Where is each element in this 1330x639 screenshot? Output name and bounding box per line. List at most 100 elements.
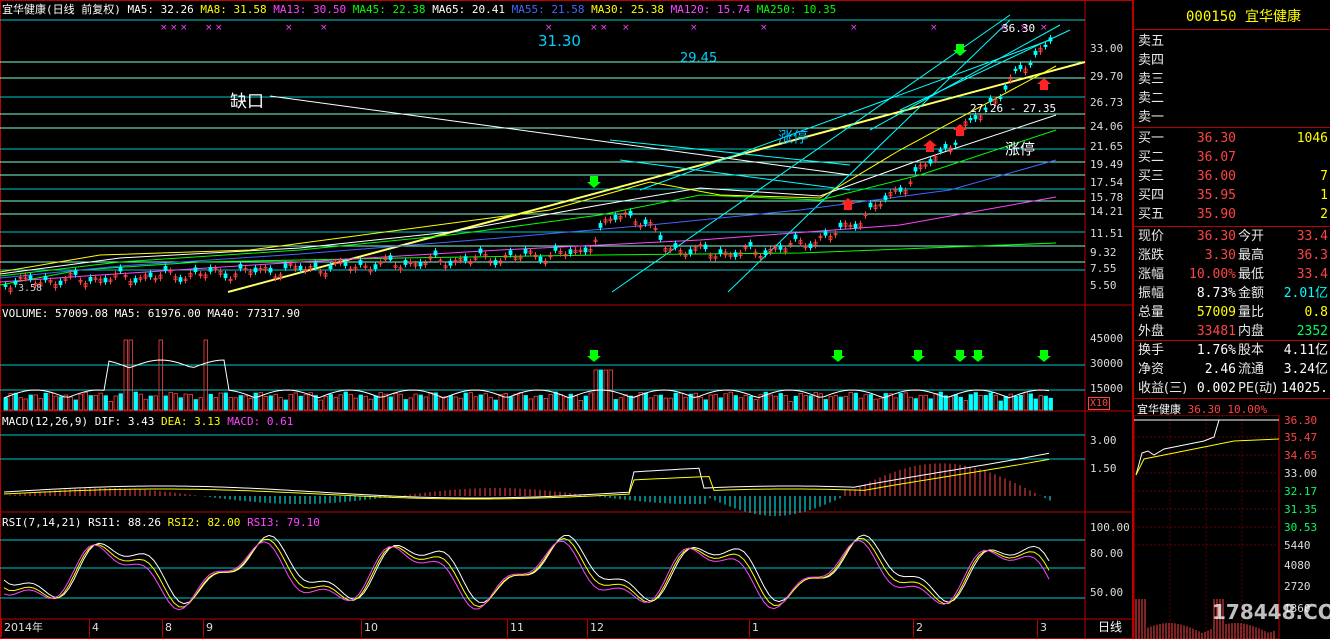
- volume-bar: [1043, 395, 1048, 411]
- watermark: 178448.COM: [1212, 600, 1330, 624]
- stat2-row-2-value: 0.002: [1196, 381, 1236, 396]
- volume-tick-1: 30000: [1090, 357, 1124, 370]
- down-arrow-icon: [911, 350, 925, 362]
- candle: [643, 219, 648, 225]
- volume-stat-0: VOLUME: 57009.08: [2, 307, 115, 320]
- volume-bar: [493, 399, 498, 411]
- limit-up-annotation-2: 涨停: [1005, 140, 1036, 158]
- volume-bar: [428, 392, 433, 411]
- buy-row-0-value: 36.30: [1196, 131, 1236, 146]
- candle: [763, 250, 768, 255]
- volume-bar: [358, 394, 363, 411]
- mini-tick-9: 2720: [1284, 580, 1311, 593]
- volume-bar: [738, 397, 743, 411]
- volume-bar: [678, 392, 683, 411]
- volume-bar: [858, 397, 863, 411]
- candle: [313, 262, 318, 268]
- volume-bar: [443, 396, 448, 411]
- price-tick-10: 9.32: [1090, 246, 1117, 259]
- volume-bar: [818, 393, 823, 411]
- stat2-row-2-label: 收益(三): [1138, 381, 1188, 396]
- candle: [223, 273, 228, 279]
- stat2-row-2-value2: 14025.: [1281, 381, 1328, 396]
- buy-row-2-value2: 7: [1320, 169, 1328, 184]
- mini-tick-5: 31.35: [1284, 503, 1318, 516]
- volume-bar: [578, 400, 583, 411]
- up-arrow-icon: [953, 124, 967, 136]
- volume-bar: [1018, 394, 1023, 411]
- candle: [343, 261, 348, 266]
- volume-bar: [913, 398, 918, 411]
- price-tick-3: 24.06: [1090, 120, 1124, 133]
- volume-bar: [898, 393, 903, 411]
- volume-bar: [303, 394, 308, 411]
- macd-stat-1: DIF: 3.43: [94, 415, 161, 428]
- volume-bar: [178, 397, 183, 411]
- candle: [853, 223, 858, 229]
- candle: [43, 275, 48, 281]
- volume-bar: [323, 395, 328, 411]
- volume-bar: [418, 394, 423, 411]
- volume-bar: [543, 397, 548, 411]
- stat-row-3-label: 振幅: [1138, 286, 1165, 301]
- candle: [628, 210, 633, 216]
- candle: [1048, 37, 1053, 42]
- volume-bar: [1013, 396, 1018, 411]
- volume-bar: [73, 399, 78, 411]
- volume-bar: [928, 398, 933, 411]
- time-tick-8: 2: [916, 621, 923, 634]
- volume-bar: [558, 394, 563, 411]
- volume-bar: [553, 391, 558, 411]
- price-tick-8: 14.21: [1090, 205, 1124, 218]
- volume-bar: [618, 397, 623, 411]
- volume-bar: [333, 396, 338, 411]
- signal-mark: ×: [590, 23, 598, 33]
- price-tick-11: 7.55: [1090, 262, 1117, 275]
- volume-bar: [713, 393, 718, 411]
- candle: [793, 234, 798, 240]
- candle: [838, 222, 843, 228]
- candle: [538, 256, 543, 262]
- volume-tick-0: 45000: [1090, 332, 1124, 345]
- stock-code: 000150: [1186, 9, 1237, 25]
- macd-axis: 3.00 1.50: [1086, 412, 1132, 512]
- up-arrow-icon: [841, 198, 855, 210]
- volume-bar: [488, 396, 493, 411]
- volume-bar: [128, 339, 133, 411]
- volume-bar: [1028, 393, 1033, 411]
- macd-stat-3: MACD: 0.61: [227, 415, 294, 428]
- period-label[interactable]: 日线: [1098, 621, 1122, 634]
- rsi-stat-3: RSI3: 79.10: [247, 516, 320, 529]
- volume-bar: [733, 395, 738, 411]
- volume-bar: [468, 392, 473, 411]
- candle: [328, 264, 333, 270]
- stat2-row-0: 换手 1.76% 股本 4.11亿: [1138, 341, 1328, 361]
- price-tick-0: 33.00: [1090, 42, 1124, 55]
- rsi-tick-2: 50.00: [1090, 586, 1124, 599]
- ma-label-2: MA13: 30.50: [273, 3, 353, 16]
- candle: [673, 243, 678, 248]
- volume-bar: [138, 393, 143, 411]
- rsi-header: RSI(7,14,21) RSI1: 88.26 RSI2: 82.00 RSI…: [2, 516, 320, 529]
- time-tick-5: 11: [510, 621, 524, 634]
- stat-row-3-label2: 金额: [1238, 286, 1265, 301]
- volume-bar: [923, 394, 928, 411]
- signal-mark: ×: [285, 23, 293, 33]
- volume-bar: [268, 395, 273, 411]
- down-arrow-icon: [1037, 350, 1051, 362]
- price-tick-9: 11.51: [1090, 227, 1124, 240]
- stat2-row-1-label2: 流通: [1238, 362, 1265, 377]
- volume-bar: [793, 395, 798, 411]
- volume-bar: [33, 394, 38, 411]
- volume-bar: [623, 394, 628, 411]
- candle: [658, 235, 663, 240]
- volume-bar: [283, 399, 288, 411]
- volume-bar: [828, 396, 833, 411]
- volume-bar: [13, 392, 18, 411]
- candle: [938, 149, 943, 152]
- volume-bar: [83, 392, 88, 411]
- ma-label-7: MA120: 15.74: [670, 3, 757, 16]
- candle: [283, 263, 288, 269]
- candle: [953, 142, 958, 145]
- candle: [613, 215, 618, 220]
